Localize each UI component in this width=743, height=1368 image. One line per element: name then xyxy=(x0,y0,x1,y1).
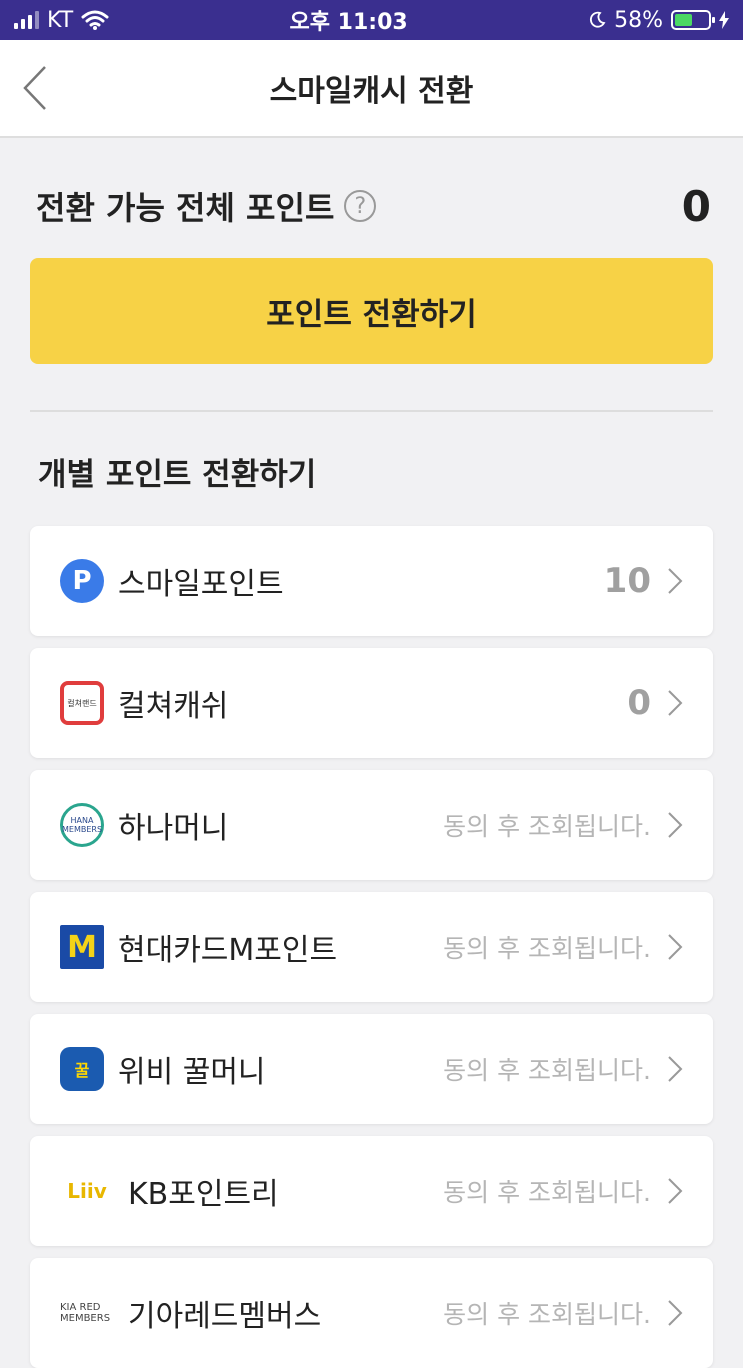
point-item-kia-red-members[interactable]: KIA RED MEMBERS 기아레드멤버스 동의 후 조회됩니다. xyxy=(30,1258,713,1368)
point-item-value: 10 xyxy=(603,561,651,601)
point-item-hana-money[interactable]: HANA MEMBERS 하나머니 동의 후 조회됩니다. xyxy=(30,770,713,880)
carrier-label: KT xyxy=(47,7,74,33)
point-item-value: 0 xyxy=(627,683,651,723)
page-title: 스마일캐시 전환 xyxy=(269,74,474,109)
smile-point-logo: P xyxy=(60,559,104,603)
chevron-right-icon xyxy=(667,1176,685,1206)
point-item-culture-cash[interactable]: 컬쳐랜드 컬쳐캐쉬 0 xyxy=(30,648,713,758)
point-item-name: 현대카드M포인트 xyxy=(118,933,338,968)
section-title: 개별 포인트 전환하기 xyxy=(38,457,317,493)
wibee-money-logo: 꿀 xyxy=(60,1047,104,1091)
chevron-right-icon xyxy=(667,688,685,718)
point-item-status: 동의 후 조회됩니다. xyxy=(443,934,651,963)
total-points-label: 전환 가능 전체 포인트 xyxy=(36,189,335,227)
point-item-status: 동의 후 조회됩니다. xyxy=(443,1300,651,1329)
battery-percent: 58% xyxy=(614,7,663,33)
point-item-smile-point[interactable]: P 스마일포인트 10 xyxy=(30,526,713,636)
point-item-name: 기아레드멤버스 xyxy=(128,1299,322,1334)
liiv-logo: Liiv xyxy=(67,1179,107,1203)
point-item-name: KB포인트리 xyxy=(128,1177,279,1212)
battery-icon xyxy=(671,10,715,30)
point-item-name: 위비 꿀머니 xyxy=(118,1055,266,1090)
status-left: KT xyxy=(14,8,109,33)
help-icon[interactable]: ? xyxy=(344,190,377,222)
kia-red-members-logo: KIA RED MEMBERS xyxy=(60,1302,111,1324)
point-item-name: 하나머니 xyxy=(118,811,229,846)
point-item-wibee-money[interactable]: 꿀 위비 꿀머니 동의 후 조회됩니다. xyxy=(30,1014,713,1124)
hana-members-logo: HANA MEMBERS xyxy=(60,803,104,847)
point-item-status: 동의 후 조회됩니다. xyxy=(443,1056,651,1085)
back-button[interactable] xyxy=(22,62,62,114)
total-points-value: 0 xyxy=(681,181,711,231)
chevron-right-icon xyxy=(667,1298,685,1328)
wifi-icon xyxy=(81,10,109,30)
point-item-name: 컬쳐캐쉬 xyxy=(118,689,229,724)
chevron-right-icon xyxy=(667,566,685,596)
navigation-bar: 스마일캐시 전환 xyxy=(0,40,743,138)
culture-land-logo: 컬쳐랜드 xyxy=(60,681,104,725)
chevron-left-icon[interactable] xyxy=(22,65,48,111)
point-item-status: 동의 후 조회됩니다. xyxy=(443,1178,651,1207)
chevron-right-icon xyxy=(667,932,685,962)
chevron-right-icon xyxy=(667,810,685,840)
hyundai-card-m-logo: M xyxy=(60,925,104,969)
convert-all-button[interactable]: 포인트 전환하기 xyxy=(30,258,713,364)
moon-icon xyxy=(590,11,606,28)
point-item-name: 스마일포인트 xyxy=(118,567,284,602)
signal-icon xyxy=(14,11,39,29)
charging-icon xyxy=(719,11,729,29)
chevron-right-icon xyxy=(667,1054,685,1084)
total-points-label-group: 전환 가능 전체 포인트 ? xyxy=(36,183,377,229)
point-item-status: 동의 후 조회됩니다. xyxy=(443,812,651,841)
total-points-summary: 전환 가능 전체 포인트 ? 0 xyxy=(0,178,743,234)
point-item-kb-pointree[interactable]: Liiv KB포인트리 동의 후 조회됩니다. xyxy=(30,1136,713,1246)
status-bar: KT 오후 11:03 58% xyxy=(0,0,743,40)
clock: 오후 11:03 xyxy=(289,10,408,35)
status-right: 58% xyxy=(588,8,729,33)
point-item-hyundai-m-point[interactable]: M 현대카드M포인트 동의 후 조회됩니다. xyxy=(30,892,713,1002)
point-list: P 스마일포인트 10 컬쳐랜드 컬쳐캐쉬 0 HANA MEMBERS 하나머… xyxy=(0,526,743,1368)
divider xyxy=(30,410,713,412)
